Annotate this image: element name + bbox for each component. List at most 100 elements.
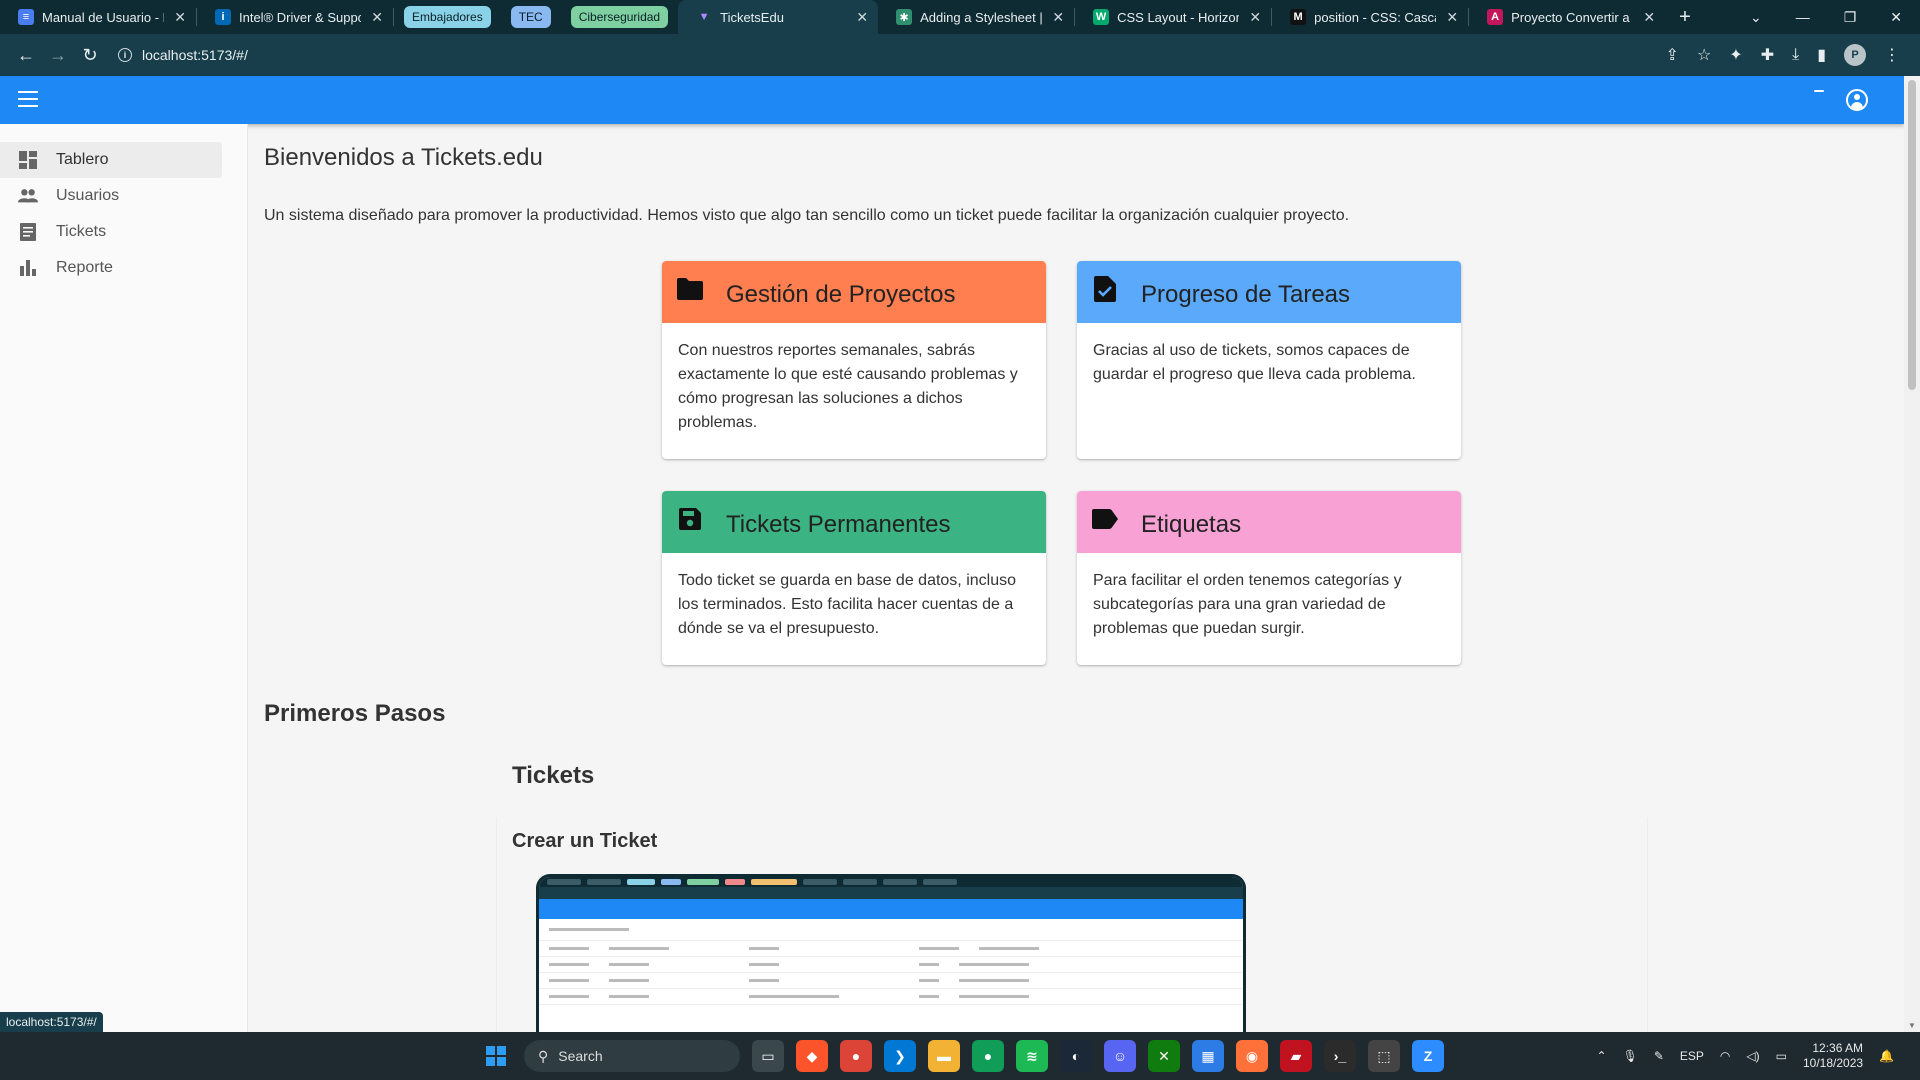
page-scrollbar[interactable]: ▲ ▼ — [1904, 76, 1920, 1032]
card-text: Todo ticket se guarda en base de datos, … — [678, 572, 1016, 637]
card-text: Gracias al uso de tickets, somos capaces… — [1093, 342, 1416, 383]
sidebar-item-tablero[interactable]: Tablero — [0, 142, 222, 178]
sidebar-item-usuarios[interactable]: Usuarios — [0, 178, 222, 214]
browser-tab-active[interactable]: ▼ TicketsEdu ✕ — [678, 0, 879, 34]
close-tab-icon[interactable]: ✕ — [174, 9, 186, 26]
windows-taskbar: ⚲ Search ▭ ◆ ● ❯ ▬ ● ≋ ◐ ☺ ✕ ▦ ◉ ▰ ›_ ⬚ … — [0, 1032, 1920, 1080]
terminal-icon[interactable]: ›_ — [1324, 1040, 1356, 1072]
new-tab-icon[interactable]: + — [1679, 6, 1691, 29]
site-info-icon[interactable]: i — [118, 48, 132, 62]
battery-icon[interactable]: ▭ — [1776, 1049, 1787, 1063]
language-indicator[interactable]: ESP — [1680, 1049, 1704, 1063]
pen-icon[interactable]: ✎ — [1654, 1049, 1664, 1063]
brave-icon[interactable]: ◆ — [796, 1040, 828, 1072]
bookmark-star-icon[interactable]: ☆ — [1697, 45, 1711, 65]
chrome-active-icon[interactable]: ● — [972, 1040, 1004, 1072]
notifications-icon[interactable]: 🔔 — [1879, 1049, 1894, 1063]
wifi-icon[interactable]: ◠ — [1720, 1049, 1730, 1063]
card-title: Etiquetas — [1141, 511, 1242, 538]
windows-start-icon[interactable] — [486, 1046, 506, 1066]
vscode-icon[interactable]: ❯ — [884, 1040, 916, 1072]
tray-chevron-icon[interactable]: ⌃ — [1597, 1049, 1607, 1063]
close-tab-icon[interactable]: ✕ — [1052, 9, 1064, 26]
firefox-icon[interactable]: ◉ — [1236, 1040, 1268, 1072]
menu-kebab-icon[interactable]: ⋮ — [1884, 45, 1900, 65]
sidebar-item-reporte[interactable]: Reporte — [0, 250, 222, 286]
download-icon[interactable]: ⤓ — [1792, 46, 1799, 64]
tab-title: Intel® Driver & Support — [239, 9, 362, 25]
scroll-down-icon[interactable]: ▼ — [1908, 1021, 1916, 1030]
browser-tab[interactable]: ≡ Manual de Usuario - Do ✕ — [0, 0, 196, 34]
close-tab-icon[interactable]: ✕ — [1446, 9, 1458, 26]
browser-tab[interactable]: ✱ Adding a Stylesheet | Cr ✕ — [878, 0, 1074, 34]
tab-title: Proyecto Convertir a GIF — [1511, 9, 1633, 25]
browser-toolbar: ← → ↻ i localhost:5173/#/ ⇪ ☆ ✦ ✚ ⤓ ▮ P … — [0, 34, 1920, 76]
volume-icon[interactable]: ◁) — [1746, 1049, 1759, 1063]
subsection-title: Tickets — [512, 762, 595, 789]
reload-icon[interactable]: ↻ — [76, 41, 104, 69]
side-panel-icon[interactable]: ▮ — [1817, 45, 1826, 65]
chrome-icon[interactable]: ● — [840, 1040, 872, 1072]
close-window-icon[interactable]: ✕ — [1890, 9, 1902, 26]
tab-separator — [393, 8, 394, 26]
task-view-icon[interactable]: ▭ — [752, 1040, 784, 1072]
close-tab-icon[interactable]: ✕ — [1643, 9, 1655, 26]
menu-hamburger-icon[interactable] — [18, 91, 38, 109]
taskbar-apps: ▭ ◆ ● ❯ ▬ ● ≋ ◐ ☺ ✕ ▦ ◉ ▰ ›_ ⬚ Z — [752, 1040, 1444, 1072]
back-icon[interactable]: ← — [12, 41, 40, 69]
close-tab-icon[interactable]: ✕ — [1249, 9, 1261, 26]
profile-avatar[interactable]: P — [1844, 44, 1866, 66]
ticketsedu-favicon-icon: ▼ — [698, 11, 710, 23]
sidebar-item-label: Tablero — [56, 151, 109, 168]
tab-title: Manual de Usuario - Do — [42, 9, 164, 25]
clock-time: 12:36 AM — [1812, 1041, 1864, 1055]
browser-tab[interactable]: W CSS Layout - Horizontal ✕ — [1075, 0, 1271, 34]
sidebar-item-tickets[interactable]: Tickets — [0, 214, 222, 250]
close-tab-icon[interactable]: ✕ — [371, 9, 383, 26]
tab-group-tec[interactable]: TEC — [510, 6, 551, 28]
app-red-icon[interactable]: ▰ — [1280, 1040, 1312, 1072]
screenshot-row — [539, 957, 1243, 973]
steam-icon[interactable]: ◐ — [1060, 1040, 1092, 1072]
section-title: Primeros Pasos — [264, 700, 446, 727]
tab-title: Adding a Stylesheet | Cr — [920, 9, 1043, 25]
card-title: Gestión de Proyectos — [726, 281, 956, 308]
close-tab-icon[interactable]: ✕ — [856, 9, 868, 26]
zoom-icon[interactable]: Z — [1412, 1040, 1444, 1072]
restore-icon[interactable]: ❐ — [1844, 9, 1857, 26]
tab-title: position - CSS: Cascadin — [1314, 9, 1436, 25]
docs-favicon-icon: ≡ — [18, 9, 34, 25]
discord-icon[interactable]: ☺ — [1104, 1040, 1136, 1072]
feature-card-gestion: Gestión de Proyectos Con nuestros report… — [662, 261, 1046, 459]
browser-tab[interactable]: A Proyecto Convertir a GIF ✕ — [1469, 0, 1665, 34]
forward-icon[interactable]: → — [44, 41, 72, 69]
puzzle-extensions-icon[interactable]: ✚ — [1761, 45, 1774, 65]
file-explorer-icon[interactable]: ▬ — [928, 1040, 960, 1072]
minimize-icon[interactable]: — — [1796, 9, 1810, 25]
xbox-icon[interactable]: ✕ — [1148, 1040, 1180, 1072]
taskbar-search-label: Search — [558, 1048, 603, 1064]
share-icon[interactable]: ⇪ — [1666, 45, 1679, 65]
browser-tab[interactable]: i Intel® Driver & Support ✕ — [197, 0, 393, 34]
extension-icon[interactable]: ✦ — [1729, 45, 1742, 65]
sidebar-item-label: Usuarios — [56, 187, 120, 204]
tab-search-icon[interactable]: ⌄ — [1750, 9, 1762, 26]
clock[interactable]: 12:36 AM 10/18/2023 — [1803, 1041, 1863, 1071]
loading-indicator — [1814, 90, 1824, 92]
mdn-favicon-icon: ✱ — [896, 9, 913, 25]
sidebar: Tablero Usuarios Tickets Reporte — [0, 124, 248, 1032]
tab-group-ciberseguridad[interactable]: Ciberseguridad — [570, 6, 669, 28]
browser-tab[interactable]: M position - CSS: Cascadin ✕ — [1272, 0, 1468, 34]
taskbar-search[interactable]: ⚲ Search — [524, 1040, 740, 1072]
screenshot-toolbar — [539, 887, 1243, 899]
card-header: Tickets Permanentes — [662, 491, 1046, 553]
store-icon[interactable]: ▦ — [1192, 1040, 1224, 1072]
account-circle-icon[interactable] — [1846, 89, 1868, 111]
tab-group-embajadores[interactable]: Embajadores — [404, 6, 491, 28]
microphone-icon[interactable]: 🎙 — [1623, 1049, 1638, 1063]
clock-date: 10/18/2023 — [1802, 1056, 1864, 1070]
app-dark-icon[interactable]: ⬚ — [1368, 1040, 1400, 1072]
address-bar[interactable]: i localhost:5173/#/ — [118, 39, 1666, 71]
scrollbar-thumb[interactable] — [1908, 80, 1916, 390]
spotify-icon[interactable]: ≋ — [1016, 1040, 1048, 1072]
